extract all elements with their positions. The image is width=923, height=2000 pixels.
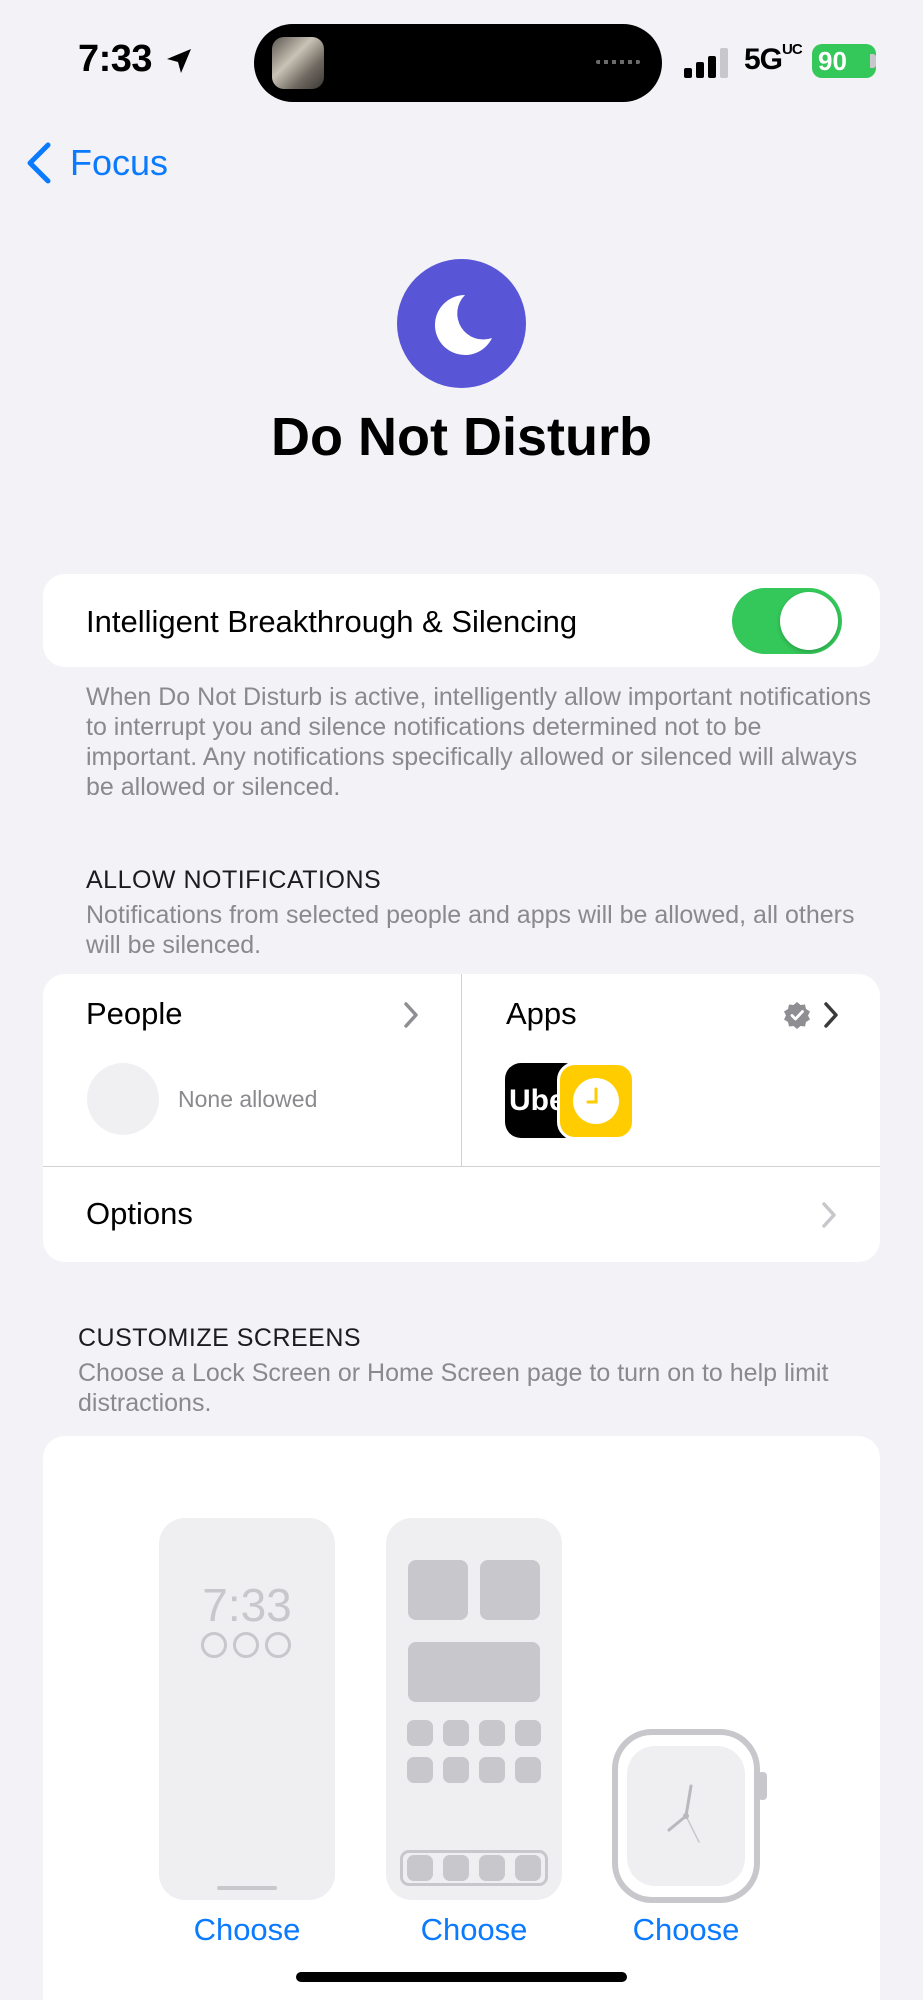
dock-app-placeholder [515, 1855, 541, 1881]
chevron-left-icon [27, 142, 51, 184]
people-label[interactable]: People [86, 996, 183, 1032]
chevron-right-icon[interactable] [402, 1000, 420, 1030]
location-arrow-icon [167, 49, 191, 73]
lock-screen-preview-time: 7:33 [202, 1579, 292, 1631]
app-placeholder [515, 1757, 541, 1783]
customize-screens-description: Choose a Lock Screen or Home Screen page… [78, 1359, 829, 1417]
cellular-signal-icon [684, 48, 728, 78]
toggle-knob [780, 592, 838, 650]
choose-watch-face-button[interactable]: Choose [612, 1912, 760, 1948]
status-time: 7:33 [78, 38, 153, 80]
widget-placeholder [408, 1642, 540, 1702]
now-playing-thumbnail[interactable] [272, 37, 324, 89]
customize-screens-heading: CUSTOMIZE SCREENS [78, 1324, 362, 1352]
page-title: Do Not Disturb [271, 407, 652, 467]
intelligent-breakthrough-label: Intelligent Breakthrough & Silencing [86, 604, 578, 639]
intelligent-breakthrough-toggle[interactable] [732, 588, 842, 654]
watch-crown [758, 1772, 767, 1800]
clock-app-icon [557, 1062, 635, 1140]
back-label: Focus [70, 142, 169, 183]
moon-icon [397, 259, 526, 388]
network-type: 5GUC [744, 41, 803, 76]
divider-horizontal [43, 1166, 880, 1167]
app-placeholder [479, 1757, 505, 1783]
divider-vertical [461, 974, 462, 1166]
allow-notifications-heading: ALLOW NOTIFICATIONS [86, 866, 382, 894]
checkmark-seal-icon [784, 1002, 810, 1029]
app-placeholder [515, 1720, 541, 1746]
dock-app-placeholder [407, 1855, 433, 1881]
battery-icon: 90 [812, 44, 876, 78]
app-placeholder [407, 1720, 433, 1746]
dock-app-placeholder [479, 1855, 505, 1881]
back-button[interactable]: Focus [24, 138, 168, 188]
lock-home-indicator [217, 1886, 277, 1890]
people-none-allowed: None allowed [178, 1086, 318, 1112]
clock-icon [573, 1078, 619, 1124]
lock-screen-preview[interactable] [159, 1518, 335, 1900]
choose-lock-screen-button[interactable]: Choose [159, 1912, 335, 1948]
battery-level: 90 [818, 46, 847, 76]
lock-widget-placeholder [201, 1632, 227, 1658]
lock-widget-placeholder [265, 1632, 291, 1658]
battery-tip [870, 54, 876, 68]
island-activity-dots [596, 60, 640, 64]
choose-home-screen-button[interactable]: Choose [386, 1912, 562, 1948]
watch-clock-hands-icon [667, 1784, 700, 1843]
intelligent-breakthrough-description: When Do Not Disturb is active, intellige… [86, 683, 872, 801]
allow-notifications-description: Notifications from selected people and a… [86, 901, 855, 959]
avatar-placeholder [87, 1063, 159, 1135]
widget-placeholder [408, 1560, 468, 1620]
app-placeholder [479, 1720, 505, 1746]
dock-app-placeholder [443, 1855, 469, 1881]
app-placeholder [407, 1757, 433, 1783]
home-indicator[interactable] [296, 1972, 627, 1982]
watch-face-screen [627, 1746, 745, 1886]
app-placeholder [443, 1757, 469, 1783]
apps-label[interactable]: Apps [506, 996, 577, 1032]
chevron-right-icon[interactable] [822, 1000, 840, 1030]
widget-placeholder [480, 1560, 540, 1620]
chevron-right-icon[interactable] [820, 1200, 838, 1230]
options-label[interactable]: Options [86, 1196, 193, 1232]
app-placeholder [443, 1720, 469, 1746]
lock-widget-placeholder [233, 1632, 259, 1658]
